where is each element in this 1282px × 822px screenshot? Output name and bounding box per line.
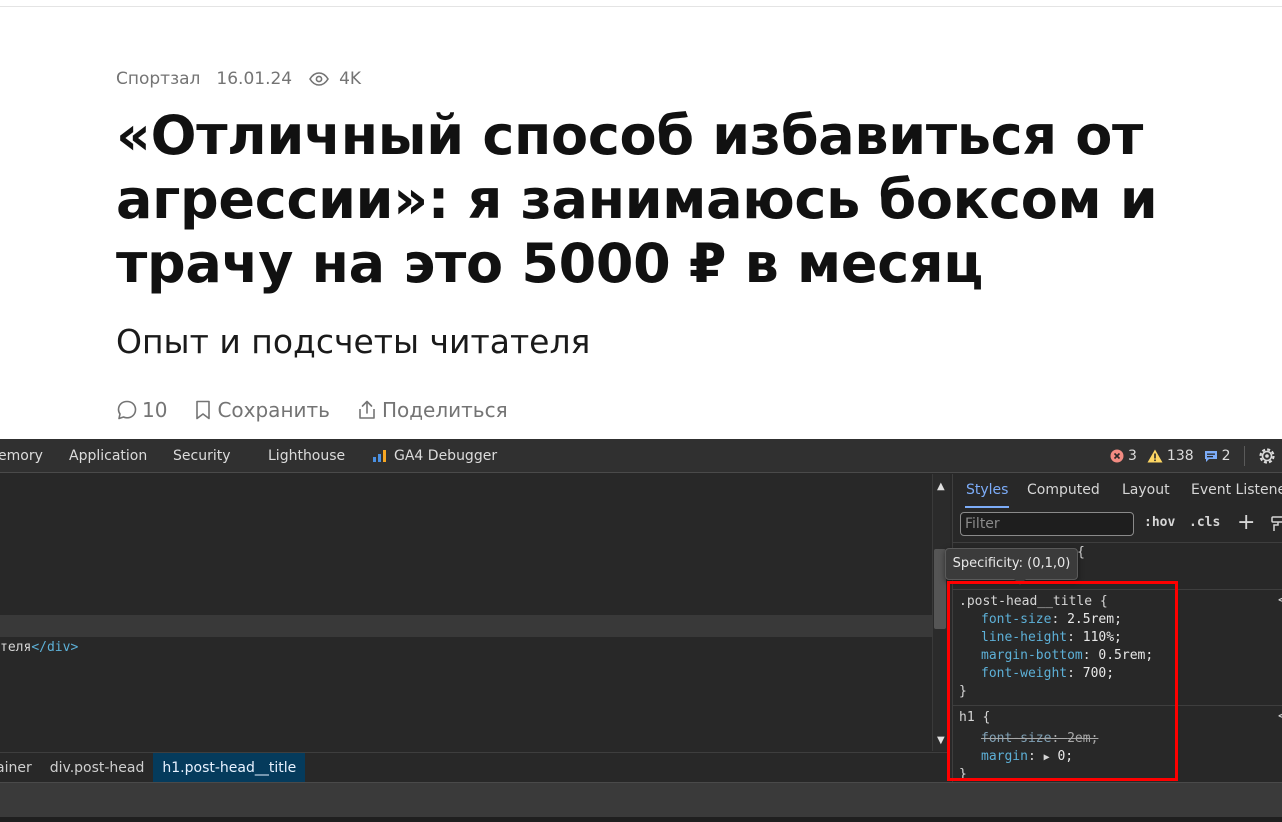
css-declaration[interactable]: font-weight: 700; <box>981 665 1114 683</box>
warning-icon <box>1147 449 1163 463</box>
share-button[interactable]: Поделиться <box>356 398 508 422</box>
css-declaration-overridden[interactable]: font-size: 2em; <box>981 730 1098 748</box>
drawer-bar <box>0 782 1282 817</box>
comments-button[interactable]: 10 <box>116 398 167 422</box>
share-icon <box>359 400 375 419</box>
bar-chart-icon <box>373 450 386 462</box>
rule-divider <box>953 705 1282 706</box>
tab-lighthouse[interactable]: Lighthouse <box>268 439 345 473</box>
tab-layout[interactable]: Layout <box>1122 474 1170 508</box>
selected-node-row[interactable] <box>0 615 932 637</box>
tab-memory[interactable]: emory <box>0 439 43 473</box>
css-rule-close: } <box>959 684 967 699</box>
message-count[interactable]: 2 <box>1204 448 1231 464</box>
bottom-edge <box>0 817 1282 822</box>
bookmark-icon <box>196 400 211 420</box>
gear-icon[interactable] <box>1256 445 1278 467</box>
devtools-tab-bar: emory Application Security Lighthouse GA… <box>0 439 1282 473</box>
hov-toggle[interactable]: :hov <box>1144 515 1175 530</box>
css-declaration[interactable]: margin-bottom: 0.5rem; <box>981 647 1153 665</box>
specificity-tooltip: Specificity: (0,1,0) <box>945 548 1078 585</box>
tab-event-listeners[interactable]: Event Listener <box>1191 474 1282 508</box>
article-title-line: трачу на это 5000 ₽ в месяц <box>116 232 984 295</box>
rule-source-link[interactable]: < <box>1278 593 1282 608</box>
article-subtitle: Опыт и подсчеты читателя <box>116 322 591 361</box>
tab-styles[interactable]: Styles <box>965 474 1010 508</box>
article-title-line: «Отличный способ избавиться от <box>116 104 1144 167</box>
paint-roller-icon[interactable] <box>1271 516 1282 532</box>
toolbar-divider <box>1244 446 1245 466</box>
styles-filter-input[interactable]: Filter <box>960 512 1134 536</box>
screen: Спортзал 16.01.24 4K «Отличный способ из… <box>0 0 1282 822</box>
elements-tree[interactable]: теля</div> <box>0 474 932 751</box>
issue-counters[interactable]: 3 138 2 <box>1110 439 1241 473</box>
warning-count[interactable]: 138 <box>1147 448 1194 464</box>
share-label: Поделиться <box>381 398 508 422</box>
styles-tab-bar: Styles Computed Layout Event Listener <box>953 474 1282 508</box>
article-meta: Спортзал 16.01.24 4K <box>116 68 361 90</box>
breadcrumb-item-selected[interactable]: h1.post-head__title <box>153 752 306 783</box>
hidden-rule-brace: { <box>1077 545 1085 560</box>
error-count[interactable]: 3 <box>1110 448 1137 464</box>
tab-security[interactable]: Security <box>173 439 231 473</box>
scroll-up-arrow-icon[interactable]: ▲ <box>937 481 945 492</box>
error-icon <box>1110 449 1124 463</box>
dom-node-row[interactable]: теля</div> <box>0 637 932 659</box>
save-label: Сохранить <box>217 398 330 422</box>
rubric-link[interactable]: Спортзал <box>116 69 200 89</box>
css-declaration[interactable]: margin: ▶ 0; <box>981 748 1073 767</box>
tab-ga4-debugger[interactable]: GA4 Debugger <box>372 439 497 473</box>
new-rule-plus-icon[interactable]: + <box>1237 510 1255 535</box>
article-title-line: агрессии»: я занимаюсь боксом и <box>116 168 1158 231</box>
css-selector[interactable]: .post-head__title { <box>959 593 1108 611</box>
save-button[interactable]: Сохранить <box>193 398 330 422</box>
comments-count: 10 <box>142 398 168 422</box>
devtools-panel: emory Application Security Lighthouse GA… <box>0 439 1282 822</box>
css-rule-close: } <box>959 767 967 782</box>
css-declaration[interactable]: font-size: 2.5rem; <box>981 611 1122 629</box>
expand-triangle-icon[interactable]: ▶ <box>1044 752 1050 763</box>
breadcrumb-item[interactable]: ainer <box>0 753 41 783</box>
styles-pane: Styles Computed Layout Event Listener Fi… <box>952 474 1282 782</box>
css-selector[interactable]: h1 { <box>959 709 990 727</box>
eye-icon <box>308 71 330 87</box>
scroll-down-arrow-icon[interactable]: ▼ <box>937 735 945 746</box>
closing-tag: </div> <box>31 640 79 655</box>
tab-computed[interactable]: Computed <box>1027 474 1100 508</box>
tab-application[interactable]: Application <box>69 439 147 473</box>
breadcrumb-item[interactable]: div.post-head <box>41 753 154 783</box>
rules-divider <box>953 542 1282 543</box>
breadcrumb: ainer div.post-head h1.post-head__title <box>0 752 950 783</box>
page-top-border <box>0 0 1282 7</box>
publish-date: 16.01.24 <box>216 69 293 89</box>
rule-divider <box>953 589 1282 590</box>
message-icon <box>1204 450 1217 462</box>
cls-toggle[interactable]: .cls <box>1189 515 1220 530</box>
tab-ga4-label: GA4 Debugger <box>394 448 498 464</box>
views-count: 4K <box>339 69 362 89</box>
rule-source-link[interactable]: < <box>1278 709 1282 724</box>
article-actions: 10 Сохранить Поделиться <box>116 396 534 424</box>
comment-icon <box>117 400 137 420</box>
css-declaration[interactable]: line-height: 110%; <box>981 629 1122 647</box>
article-title: «Отличный способ избавиться от агрессии»… <box>116 104 1176 296</box>
